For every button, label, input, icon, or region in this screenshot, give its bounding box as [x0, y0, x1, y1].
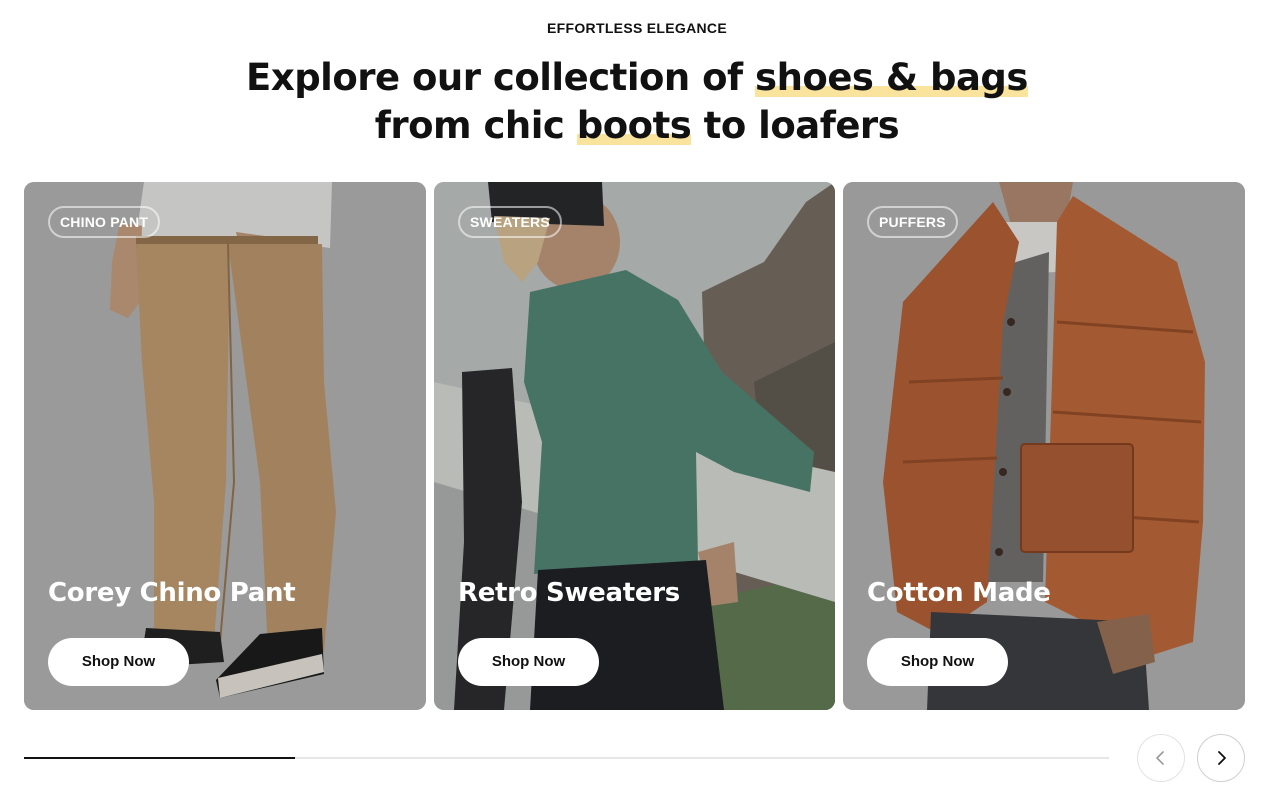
- card-title: Retro Sweaters: [458, 578, 680, 608]
- headline-line-2: from chic boots to loafers: [374, 104, 900, 147]
- product-card[interactable]: PUFFERS Cotton Made Shop Now: [843, 182, 1245, 710]
- carousel-next-button[interactable]: [1197, 734, 1245, 782]
- headline-highlight: shoes & bags: [755, 56, 1028, 99]
- chevron-left-icon: [1156, 751, 1164, 765]
- card-title: Cotton Made: [867, 578, 1051, 608]
- sweater-image: [434, 182, 835, 710]
- shop-now-button[interactable]: Shop Now: [458, 638, 599, 686]
- carousel-prev-button[interactable]: [1137, 734, 1185, 782]
- carousel-progress-fill: [24, 757, 296, 759]
- carousel-progress-track[interactable]: [24, 757, 1109, 759]
- chevron-right-icon: [1218, 751, 1226, 765]
- card-title: Corey Chino Pant: [48, 578, 296, 608]
- chino-pant-image: [24, 182, 426, 710]
- product-carousel: CHINO PANT Corey Chino Pant Shop Now SWE…: [24, 182, 1245, 710]
- category-tag: SWEATERS: [458, 206, 562, 238]
- shop-now-button[interactable]: Shop Now: [48, 638, 189, 686]
- section-eyebrow: EFFORTLESS ELEGANCE: [547, 20, 727, 36]
- product-card[interactable]: CHINO PANT Corey Chino Pant Shop Now: [24, 182, 426, 710]
- category-tag: CHINO PANT: [48, 206, 161, 238]
- headline-line-1: Explore our collection of shoes & bags: [246, 56, 1028, 99]
- puffer-jacket-image: [843, 182, 1245, 710]
- product-card[interactable]: SWEATERS Retro Sweaters Shop Now: [434, 182, 835, 710]
- section-headline: Explore our collection of shoes & bags f…: [0, 54, 1274, 150]
- category-tag: PUFFERS: [867, 206, 958, 238]
- headline-highlight: boots: [576, 104, 692, 147]
- shop-now-button[interactable]: Shop Now: [867, 638, 1008, 686]
